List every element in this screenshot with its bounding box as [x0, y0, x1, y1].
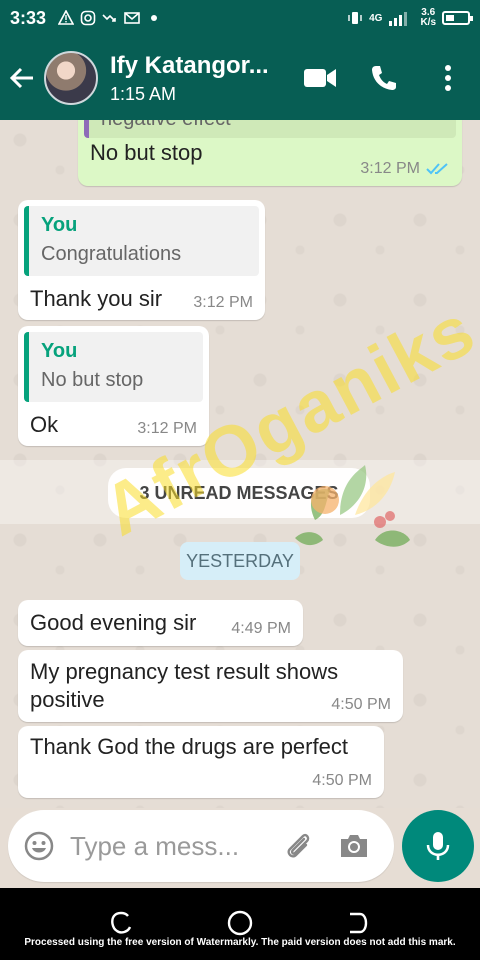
status-right: 4G 3.6 K/s	[347, 8, 473, 28]
instagram-icon	[80, 10, 96, 26]
message-bubble-incoming[interactable]: My pregnancy test result shows positive …	[18, 650, 403, 722]
message-meta: 3:12 PM	[193, 294, 253, 312]
message-meta: 4:49 PM	[231, 620, 291, 638]
camera-button[interactable]	[326, 832, 382, 860]
message-bubble-incoming[interactable]: Good evening sir 4:49 PM	[18, 600, 303, 646]
video-call-button[interactable]	[288, 67, 352, 89]
paperclip-icon	[287, 833, 310, 858]
home-icon[interactable]	[227, 910, 253, 936]
video-camera-icon	[304, 69, 336, 87]
message-text: Thank you sir	[30, 286, 163, 311]
date-chip: YESTERDAY	[180, 542, 300, 580]
status-time: 3:33	[10, 7, 47, 28]
menu-button[interactable]	[416, 64, 480, 92]
voice-record-button[interactable]	[402, 810, 474, 882]
avatar[interactable]	[44, 51, 98, 105]
quoted-text: Congratulations	[41, 243, 182, 265]
message-input[interactable]	[70, 830, 270, 862]
message-field[interactable]	[8, 810, 394, 882]
message-meta: 3:12 PM	[360, 160, 450, 178]
message-meta: 4:50 PM	[312, 772, 372, 790]
message-text: Ok	[30, 412, 59, 437]
quoted-author: You	[41, 214, 78, 236]
message-time: 3:12 PM	[360, 160, 420, 177]
phone-icon	[372, 66, 396, 90]
quoted-message[interactable]: You Congratulations	[24, 206, 259, 276]
message-time: 4:49 PM	[231, 620, 291, 637]
net-speed-unit: K/s	[420, 17, 436, 28]
message-time: 4:50 PM	[312, 772, 372, 789]
contact-subtitle: 1:15 AM	[110, 83, 177, 104]
dot-icon	[151, 15, 158, 21]
status-bar: 3:33 4G 3.6 K/s	[0, 0, 480, 36]
recent-apps-icon[interactable]	[108, 910, 134, 936]
gmail-icon	[124, 12, 140, 24]
arrow-left-icon	[9, 67, 33, 89]
quoted-text: No but stop	[41, 369, 144, 391]
afroganiks-logo	[295, 465, 410, 547]
message-time: 4:50 PM	[331, 696, 391, 713]
emoji-button[interactable]	[8, 830, 70, 862]
more-vertical-icon	[445, 65, 451, 91]
message-meta: 4:50 PM	[331, 696, 391, 714]
back-nav-icon[interactable]	[346, 910, 372, 936]
vibrate-icon	[348, 12, 362, 24]
message-text: Good evening sir	[30, 610, 197, 635]
message-text: No but stop	[90, 140, 203, 165]
message-bubble-incoming[interactable]: You No but stop Ok 3:12 PM	[18, 326, 209, 446]
chat-area[interactable]: negative effect No but stop 3:12 PM You …	[0, 120, 480, 808]
emoji-icon	[24, 831, 54, 861]
read-ticks-icon	[426, 163, 448, 175]
watermarkly-footer: Processed using the free version of Wate…	[24, 937, 456, 948]
net-speed: 3.6 K/s	[420, 8, 436, 28]
message-bubble-outgoing[interactable]: negative effect No but stop 3:12 PM	[78, 120, 462, 186]
signal-icon	[389, 12, 408, 26]
quoted-text: negative effect	[101, 120, 444, 131]
message-time: 3:12 PM	[193, 294, 253, 311]
quoted-author: You	[41, 340, 78, 362]
contact-info[interactable]: Ify Katangor... 1:15 AM	[110, 52, 288, 105]
network-type: 4G	[369, 12, 383, 24]
contact-name: Ify Katangor...	[110, 51, 269, 79]
message-bubble-incoming[interactable]: You Congratulations Thank you sir 3:12 P…	[18, 200, 265, 320]
message-text: My pregnancy test result shows positive	[30, 659, 339, 712]
microphone-icon	[426, 832, 450, 860]
system-nav-bar: Processed using the free version of Wate…	[0, 888, 480, 960]
chat-header: Ify Katangor... 1:15 AM	[0, 36, 480, 120]
back-button[interactable]	[0, 65, 44, 91]
message-bubble-incoming[interactable]: Thank God the drugs are perfect 4:50 PM	[18, 726, 384, 798]
input-bar	[0, 808, 480, 888]
quoted-message[interactable]: negative effect	[84, 120, 456, 138]
message-text: Thank God the drugs are perfect	[30, 734, 348, 759]
warning-icon	[58, 10, 75, 25]
missed-call-icon	[102, 14, 116, 22]
notification-icons	[58, 10, 162, 26]
camera-icon	[341, 835, 367, 857]
battery-icon	[442, 11, 473, 25]
quoted-message[interactable]: You No but stop	[24, 332, 203, 402]
voice-call-button[interactable]	[352, 64, 416, 92]
attach-button[interactable]	[270, 830, 326, 862]
